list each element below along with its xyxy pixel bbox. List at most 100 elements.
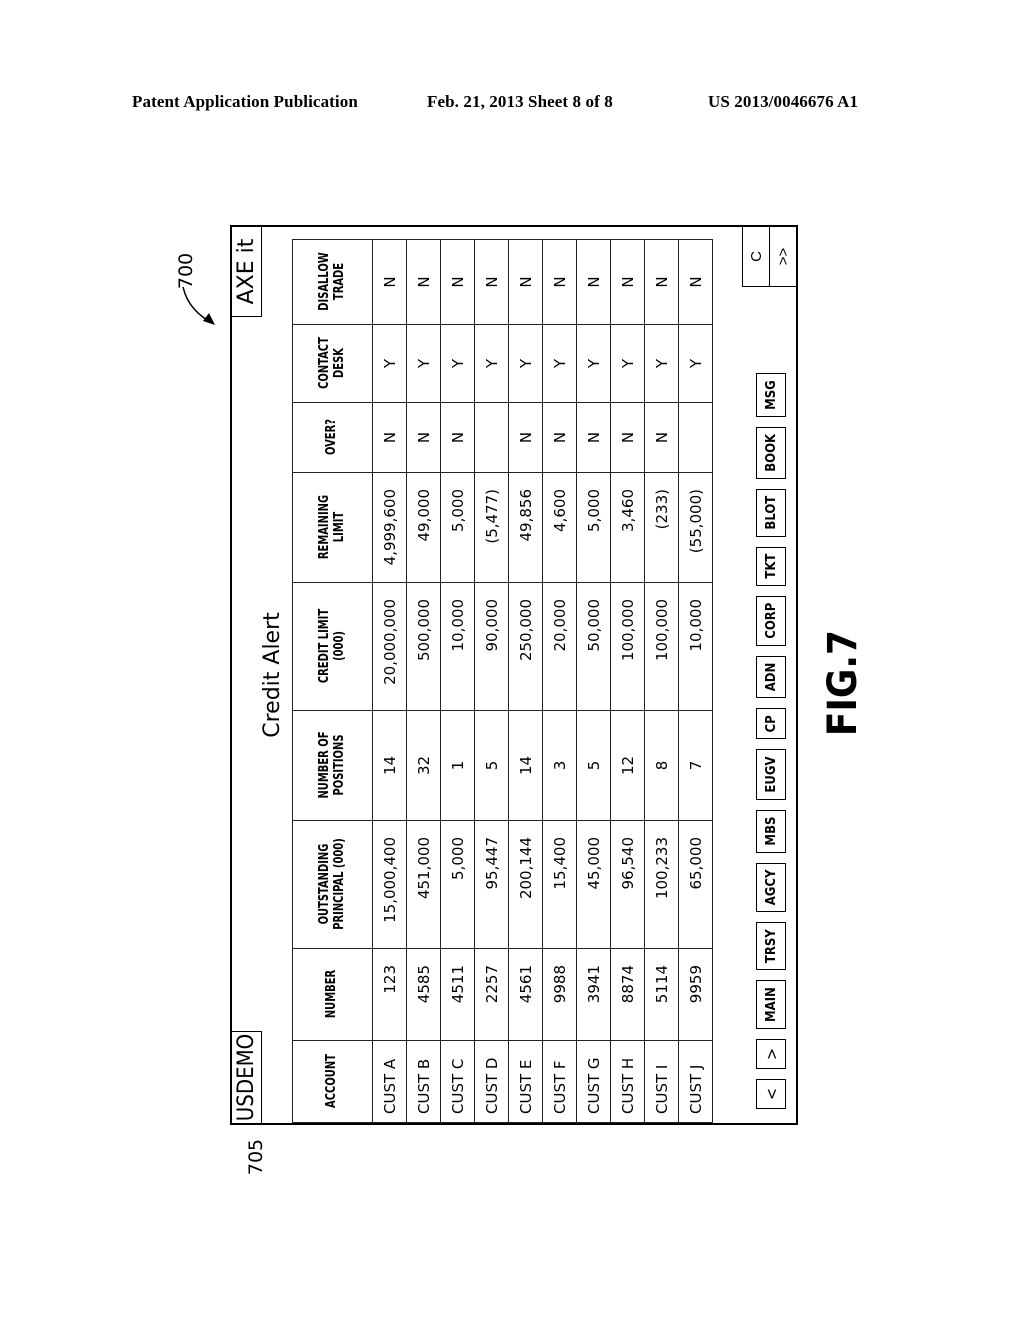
cell-number: 123 bbox=[372, 948, 407, 1041]
cell-outstanding-principal: 15,000,400 bbox=[372, 820, 407, 949]
cell-disallow-trade: N bbox=[406, 239, 441, 325]
cell-account: CUST J bbox=[678, 1040, 713, 1123]
cell-disallow-trade: N bbox=[678, 239, 713, 325]
cell-credit-limit: 10,000 bbox=[678, 582, 713, 711]
cell-contact-desk: Y bbox=[440, 324, 475, 403]
cell-outstanding-principal: 95,447 bbox=[474, 820, 509, 949]
cell-number: 8874 bbox=[610, 948, 645, 1041]
col-number-of-positions[interactable]: NUMBER OF POSITIONS bbox=[292, 718, 373, 813]
cell-credit-limit: 50,000 bbox=[576, 582, 611, 711]
table-row[interactable]: CUST C 4511 5,000 1 10,000 5,000 N Y N bbox=[440, 239, 475, 1123]
ref-700-arrow-icon bbox=[182, 286, 215, 325]
cell-outstanding-principal: 451,000 bbox=[406, 820, 441, 949]
cell-outstanding-principal: 100,233 bbox=[644, 820, 679, 949]
cell-number: 3941 bbox=[576, 948, 611, 1041]
mbs-button[interactable]: MBS bbox=[756, 809, 786, 853]
col-credit-limit[interactable]: CREDIT LIMIT (000) bbox=[292, 592, 373, 701]
cell-positions: 12 bbox=[610, 710, 645, 821]
table-row[interactable]: CUST A 123 15,000,400 14 20,000,000 4,999,600… bbox=[372, 239, 407, 1123]
table-row[interactable]: CUST I 5114 100,233 8 100,000 (233) N Y N bbox=[644, 239, 679, 1123]
cell-account: CUST I bbox=[644, 1040, 679, 1123]
col-account[interactable]: ACCOUNT bbox=[292, 1046, 373, 1117]
cell-number: 9988 bbox=[542, 948, 577, 1041]
user-tab[interactable]: USDEMO bbox=[232, 1031, 262, 1123]
col-outstanding-principal[interactable]: OUTSTANDING PRINCIPAL (000) bbox=[292, 830, 373, 939]
adn-button[interactable]: ADN bbox=[756, 655, 786, 699]
cell-number: 4585 bbox=[406, 948, 441, 1041]
table-header-row: ACCOUNT NUMBER OUTSTANDING PRINCIPAL (00… bbox=[292, 240, 373, 1123]
cell-contact-desk: Y bbox=[644, 324, 679, 403]
cell-contact-desk: Y bbox=[610, 324, 645, 403]
cell-account: CUST D bbox=[474, 1040, 509, 1123]
table-row[interactable]: CUST F 9988 15,400 3 20,000 4,600 N Y N bbox=[542, 239, 577, 1123]
col-number[interactable]: NUMBER bbox=[292, 955, 373, 1034]
cell-number: 5114 bbox=[644, 948, 679, 1041]
table-row[interactable]: CUST G 3941 45,000 5 50,000 5,000 N Y N bbox=[576, 239, 611, 1123]
cell-contact-desk: Y bbox=[372, 324, 407, 403]
blot-button[interactable]: BLOT bbox=[756, 488, 786, 537]
cell-account: CUST B bbox=[406, 1040, 441, 1123]
cell-disallow-trade: N bbox=[610, 239, 645, 325]
book-button[interactable]: BOOK bbox=[756, 426, 786, 479]
table-row[interactable]: CUST B 4585 451,000 32 500,000 49,000 N Y N bbox=[406, 239, 441, 1123]
ref-705: 705 bbox=[245, 1138, 268, 1176]
cell-over: N bbox=[440, 402, 475, 473]
table-row[interactable]: CUST J 9959 65,000 7 10,000 (55,000) Y N bbox=[678, 239, 713, 1123]
cell-over: N bbox=[576, 402, 611, 473]
button-bar: < > MAIN TRSY AGCY MBS EUGV CP ADN CORP … bbox=[756, 373, 786, 1109]
cell-remaining-limit: 49,856 bbox=[508, 472, 543, 583]
forward-button[interactable]: >> bbox=[770, 227, 796, 286]
cell-remaining-limit: 4,600 bbox=[542, 472, 577, 583]
cell-over bbox=[474, 402, 509, 473]
cell-credit-limit: 10,000 bbox=[440, 582, 475, 711]
col-disallow-trade[interactable]: DISALLOW TRADE bbox=[292, 245, 373, 319]
table-row[interactable]: CUST E 4561 200,144 14 250,000 49,856 N Y N bbox=[508, 239, 543, 1123]
cell-outstanding-principal: 15,400 bbox=[542, 820, 577, 949]
cell-contact-desk: Y bbox=[576, 324, 611, 403]
trsy-button[interactable]: TRSY bbox=[756, 922, 786, 971]
col-remaining-limit[interactable]: REMAINING LIMIT bbox=[292, 480, 373, 575]
col-contact-desk[interactable]: CONTACT DESK bbox=[292, 330, 373, 397]
cell-credit-limit: 90,000 bbox=[474, 582, 509, 711]
corp-button[interactable]: CORP bbox=[756, 595, 786, 646]
cell-over: N bbox=[406, 402, 441, 473]
cell-disallow-trade: N bbox=[474, 239, 509, 325]
cell-positions: 32 bbox=[406, 710, 441, 821]
cell-positions: 3 bbox=[542, 710, 577, 821]
col-over[interactable]: OVER? bbox=[292, 407, 373, 468]
main-button[interactable]: MAIN bbox=[756, 980, 786, 1029]
ref-700: 700 bbox=[175, 252, 198, 290]
cell-contact-desk: Y bbox=[508, 324, 543, 403]
credit-alert-table: ACCOUNT NUMBER OUTSTANDING PRINCIPAL (00… bbox=[292, 239, 713, 1123]
cell-credit-limit: 20,000 bbox=[542, 582, 577, 711]
cell-over: N bbox=[610, 402, 645, 473]
cell-outstanding-principal: 96,540 bbox=[610, 820, 645, 949]
cell-contact-desk: Y bbox=[542, 324, 577, 403]
cell-remaining-limit: (55,000) bbox=[678, 472, 713, 583]
eugv-button[interactable]: EUGV bbox=[756, 749, 786, 800]
cell-remaining-limit: 4,999,600 bbox=[372, 472, 407, 583]
next-button[interactable]: > bbox=[756, 1039, 786, 1069]
cell-number: 9959 bbox=[678, 948, 713, 1041]
cell-over: N bbox=[508, 402, 543, 473]
table-row[interactable]: CUST D 2257 95,447 5 90,000 (5,477) Y N bbox=[474, 239, 509, 1123]
cell-disallow-trade: N bbox=[542, 239, 577, 325]
agcy-button[interactable]: AGCY bbox=[756, 862, 786, 913]
cell-outstanding-principal: 65,000 bbox=[678, 820, 713, 949]
cell-over: N bbox=[542, 402, 577, 473]
msg-button[interactable]: MSG bbox=[756, 373, 786, 417]
cell-number: 2257 bbox=[474, 948, 509, 1041]
cell-positions: 5 bbox=[474, 710, 509, 821]
tkt-button[interactable]: TKT bbox=[756, 546, 786, 586]
cell-remaining-limit: (233) bbox=[644, 472, 679, 583]
cell-contact-desk: Y bbox=[406, 324, 441, 403]
cell-contact-desk: Y bbox=[678, 324, 713, 403]
credit-alert-window: USDEMO Credit Alert AXE it ACCOUNT NUMBE… bbox=[230, 225, 798, 1125]
table-row[interactable]: CUST H 8874 96,540 12 100,000 3,460 N Y N bbox=[610, 239, 645, 1123]
cell-positions: 1 bbox=[440, 710, 475, 821]
axe-it-tab[interactable]: AXE it bbox=[232, 227, 262, 317]
c-button[interactable]: C bbox=[743, 227, 770, 286]
window-title: Credit Alert bbox=[260, 612, 285, 738]
cp-button[interactable]: CP bbox=[756, 708, 786, 740]
prev-button[interactable]: < bbox=[756, 1079, 786, 1109]
